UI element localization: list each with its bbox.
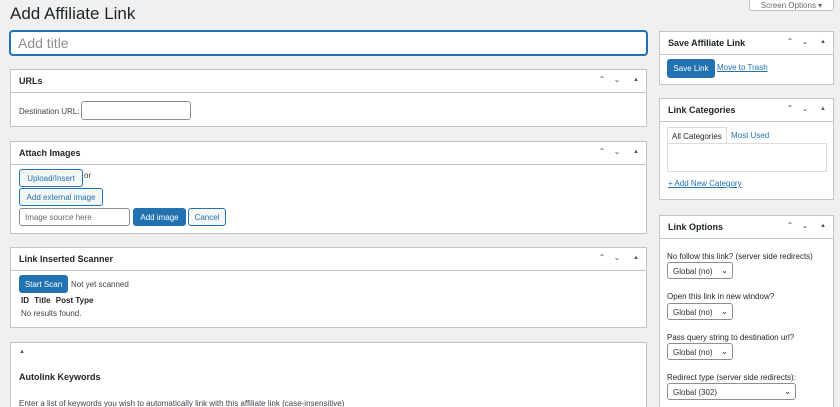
redirect-type-select-value: Global (302)	[673, 388, 718, 397]
autolink-keywords-title: Autolink Keywords	[19, 372, 101, 382]
chevron-down-icon: ⌄	[784, 387, 791, 396]
move-up-icon[interactable]: ⌃	[784, 221, 796, 230]
destination-url-input[interactable]	[81, 101, 191, 120]
move-up-icon[interactable]: ⌃	[596, 75, 608, 84]
pass-query-select[interactable]: Global (no) ⌄	[667, 343, 733, 360]
add-external-image-button[interactable]: Add external image	[19, 188, 103, 206]
move-to-trash-link[interactable]: Move to Trash	[717, 63, 768, 72]
upload-insert-button[interactable]: Upload/Insert	[19, 169, 83, 187]
move-down-icon[interactable]: ⌄	[799, 37, 811, 46]
column-header-post-type: Post Type	[55, 296, 94, 305]
page-title: Add Affiliate Link	[10, 4, 136, 23]
attach-images-box-header[interactable]: Attach Images ⌃ ⌄ ▲	[11, 142, 646, 165]
destination-url-label: Destination URL:	[19, 107, 80, 116]
start-scan-button[interactable]: Start Scan	[19, 275, 68, 293]
new-window-select[interactable]: Global (no) ⌄	[667, 303, 733, 320]
tab-all-categories[interactable]: All Categories	[667, 127, 727, 144]
nofollow-select-value: Global (no)	[673, 267, 713, 276]
toggle-panel-icon[interactable]: ▲	[16, 349, 28, 355]
title-input[interactable]	[10, 31, 647, 55]
urls-box-header[interactable]: URLs ⌃ ⌄ ▲	[11, 70, 646, 93]
link-scanner-box: Link Inserted Scanner ⌃ ⌄ ▲ Start Scan N…	[10, 247, 647, 328]
move-down-icon[interactable]: ⌄	[611, 253, 623, 262]
link-categories-box: Link Categories ⌃ ⌄ ▲ All Categories Mos…	[659, 98, 834, 200]
results-table-header: ID Title Post Type	[21, 296, 93, 305]
link-categories-box-header[interactable]: Link Categories ⌃ ⌄ ▲	[660, 99, 833, 122]
save-link-box-header[interactable]: Save Affiliate Link ⌃ ⌄ ▲	[660, 32, 833, 55]
move-up-icon[interactable]: ⌃	[596, 253, 608, 262]
autolink-description: Enter a list of keywords you wish to aut…	[19, 399, 345, 407]
autolink-keywords-box: ▲ Autolink Keywords Enter a list of keyw…	[10, 342, 647, 407]
add-new-category-link[interactable]: + Add New Category	[668, 179, 742, 188]
move-up-icon[interactable]: ⌃	[784, 104, 796, 113]
link-scanner-box-title: Link Inserted Scanner	[19, 254, 114, 264]
move-down-icon[interactable]: ⌄	[611, 147, 623, 156]
redirect-type-label: Redirect type (server side redirects):	[667, 373, 796, 382]
add-image-button[interactable]: Add image	[133, 208, 186, 226]
chevron-down-icon: ⌄	[721, 347, 728, 356]
move-up-icon[interactable]: ⌃	[784, 37, 796, 46]
move-down-icon[interactable]: ⌄	[799, 221, 811, 230]
save-link-box-title: Save Affiliate Link	[668, 38, 746, 48]
chevron-down-icon: ⌄	[721, 266, 728, 275]
new-window-select-value: Global (no)	[673, 308, 713, 317]
move-down-icon[interactable]: ⌄	[611, 75, 623, 84]
image-source-input[interactable]	[19, 208, 130, 226]
link-options-box-title: Link Options	[668, 222, 723, 232]
save-link-button[interactable]: Save Link	[667, 59, 715, 78]
chevron-down-icon: ⌄	[721, 307, 728, 316]
move-down-icon[interactable]: ⌄	[799, 104, 811, 113]
toggle-panel-icon[interactable]: ▲	[630, 149, 642, 155]
toggle-panel-icon[interactable]: ▲	[817, 106, 829, 112]
or-text: or	[84, 171, 92, 180]
redirect-type-select[interactable]: Global (302) ⌄	[667, 383, 796, 400]
pass-query-label: Pass query string to destination url?	[667, 333, 795, 342]
no-results-text: No results found.	[21, 309, 82, 318]
link-options-box-header[interactable]: Link Options ⌃ ⌄ ▲	[660, 216, 833, 239]
pass-query-select-value: Global (no)	[673, 348, 713, 357]
tab-most-used[interactable]: Most Used	[731, 131, 769, 140]
new-window-label: Open this link in new window?	[667, 292, 775, 301]
category-list[interactable]	[667, 143, 827, 172]
save-link-box: Save Affiliate Link ⌃ ⌄ ▲ Save Link Move…	[659, 31, 834, 85]
cancel-button[interactable]: Cancel	[188, 208, 226, 226]
link-scanner-box-header[interactable]: Link Inserted Scanner ⌃ ⌄ ▲	[11, 248, 646, 271]
move-up-icon[interactable]: ⌃	[596, 147, 608, 156]
column-header-id: ID	[21, 296, 29, 305]
toggle-panel-icon[interactable]: ▲	[630, 77, 642, 83]
scan-status-text: Not yet scanned	[71, 280, 129, 289]
nofollow-label: No follow this link? (server side redire…	[667, 252, 813, 261]
toggle-panel-icon[interactable]: ▲	[817, 39, 829, 45]
toggle-panel-icon[interactable]: ▲	[817, 223, 829, 229]
column-header-title: Title	[34, 296, 51, 305]
attach-images-box: Attach Images ⌃ ⌄ ▲ Upload/Insert or Add…	[10, 141, 647, 234]
urls-box: URLs ⌃ ⌄ ▲ Destination URL:	[10, 69, 647, 127]
screen-options-button[interactable]: Screen Options ▾	[749, 0, 834, 11]
attach-images-box-title: Attach Images	[19, 148, 81, 158]
toggle-panel-icon[interactable]: ▲	[630, 255, 642, 261]
link-categories-box-title: Link Categories	[668, 105, 736, 115]
nofollow-select[interactable]: Global (no) ⌄	[667, 262, 733, 279]
urls-box-title: URLs	[19, 76, 43, 86]
link-options-box: Link Options ⌃ ⌄ ▲ No follow this link? …	[659, 215, 834, 407]
